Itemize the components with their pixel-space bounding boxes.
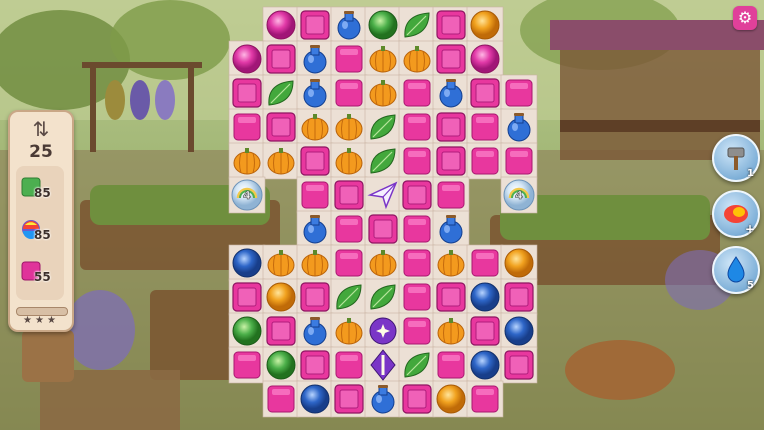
pink-tile[interactable] <box>403 283 431 311</box>
moves-counter: 25 <box>29 142 53 162</box>
game-scene: 44 <box>0 0 764 430</box>
pink-crate-tile[interactable] <box>266 112 296 142</box>
pink-crate-tile[interactable] <box>300 146 330 176</box>
goals-list: 85 85 55 <box>16 166 64 300</box>
booster-count: 1 <box>747 168 754 179</box>
pink-tile[interactable] <box>437 181 465 209</box>
orange-gem[interactable] <box>266 282 296 312</box>
goal-count: 55 <box>34 270 51 284</box>
orange-gem[interactable] <box>470 10 500 40</box>
booster-count: 5 <box>747 280 754 291</box>
moves-goals-panel: ⇅ 25 85 85 55 ★★★ <box>8 110 74 332</box>
pink-tile[interactable] <box>471 147 499 175</box>
settings-button[interactable]: ⚙ <box>733 6 757 30</box>
pink-crate-tile[interactable] <box>334 384 364 414</box>
green-gem[interactable] <box>368 10 398 40</box>
goal-rainbow-ball: 85 <box>20 216 64 244</box>
pink-crate-tile[interactable] <box>300 10 330 40</box>
pink-crate-tile[interactable] <box>232 282 262 312</box>
green-gem[interactable] <box>266 350 296 380</box>
pink-crate-tile[interactable] <box>266 316 296 346</box>
pink-tile[interactable] <box>267 385 295 413</box>
blue-gem[interactable] <box>470 282 500 312</box>
goal-green-tile: 85 <box>20 174 64 202</box>
hammer-booster[interactable]: 1 <box>712 134 760 182</box>
pink-crate-tile[interactable] <box>470 78 500 108</box>
blue-gem[interactable] <box>232 248 262 278</box>
pink-tile[interactable] <box>403 79 431 107</box>
pink-crate-tile[interactable] <box>300 350 330 380</box>
pink-crate-tile[interactable] <box>436 112 466 142</box>
orange-gem[interactable] <box>504 248 534 278</box>
magenta-gem[interactable] <box>266 10 296 40</box>
blue-gem[interactable] <box>504 316 534 346</box>
water-booster[interactable]: 5 <box>712 246 760 294</box>
pink-tile[interactable] <box>471 249 499 277</box>
pink-tile[interactable] <box>403 317 431 345</box>
pink-tile[interactable] <box>403 147 431 175</box>
pink-tile[interactable] <box>335 45 363 73</box>
pink-crate-tile[interactable] <box>368 214 398 244</box>
pink-crate-tile[interactable] <box>504 350 534 380</box>
green-gem[interactable] <box>232 316 262 346</box>
pink-crate-tile[interactable] <box>470 316 500 346</box>
star-bomb[interactable] <box>369 317 397 345</box>
pink-tile[interactable] <box>471 385 499 413</box>
booster-count: + <box>744 222 755 236</box>
pink-crate-tile[interactable] <box>402 180 432 210</box>
pink-crate-tile[interactable] <box>334 180 364 210</box>
magenta-gem[interactable] <box>470 44 500 74</box>
pink-tile[interactable] <box>233 351 261 379</box>
fire-booster[interactable]: + <box>712 190 760 238</box>
pink-tile[interactable] <box>335 79 363 107</box>
progress-stars: ★★★ <box>23 315 59 326</box>
swap-arrows-icon: ⇅ <box>32 117 50 141</box>
pink-tile[interactable] <box>233 113 261 141</box>
magenta-gem[interactable] <box>232 44 262 74</box>
pink-crate-tile[interactable] <box>232 78 262 108</box>
goal-count: 85 <box>34 228 51 242</box>
pink-crate-tile[interactable] <box>436 44 466 74</box>
pink-tile[interactable] <box>437 351 465 379</box>
pink-tile[interactable] <box>403 113 431 141</box>
pink-tile[interactable] <box>335 249 363 277</box>
pink-crate-tile[interactable] <box>436 282 466 312</box>
gear-icon: ⚙ <box>737 8 753 27</box>
pink-tile[interactable] <box>335 215 363 243</box>
pink-tile[interactable] <box>335 351 363 379</box>
pink-crate-tile[interactable] <box>436 146 466 176</box>
goal-count: 85 <box>34 186 51 200</box>
pink-crate-tile[interactable] <box>266 44 296 74</box>
pink-tile[interactable] <box>403 249 431 277</box>
pink-crate-tile[interactable] <box>402 384 432 414</box>
pink-crate-tile[interactable] <box>300 282 330 312</box>
pink-tile[interactable] <box>505 79 533 107</box>
goal-magenta-tile: 55 <box>20 258 64 286</box>
pink-crate-tile[interactable] <box>504 282 534 312</box>
pink-crate-tile[interactable] <box>436 10 466 40</box>
pink-tile[interactable] <box>301 181 329 209</box>
pink-tile[interactable] <box>403 215 431 243</box>
blue-gem[interactable] <box>300 384 330 414</box>
pink-tile[interactable] <box>505 147 533 175</box>
pink-tile[interactable] <box>471 113 499 141</box>
blue-gem[interactable] <box>470 350 500 380</box>
orange-gem[interactable] <box>436 384 466 414</box>
bubble-hit-count: 4 <box>515 189 523 202</box>
bubble-hit-count: 4 <box>243 189 251 202</box>
